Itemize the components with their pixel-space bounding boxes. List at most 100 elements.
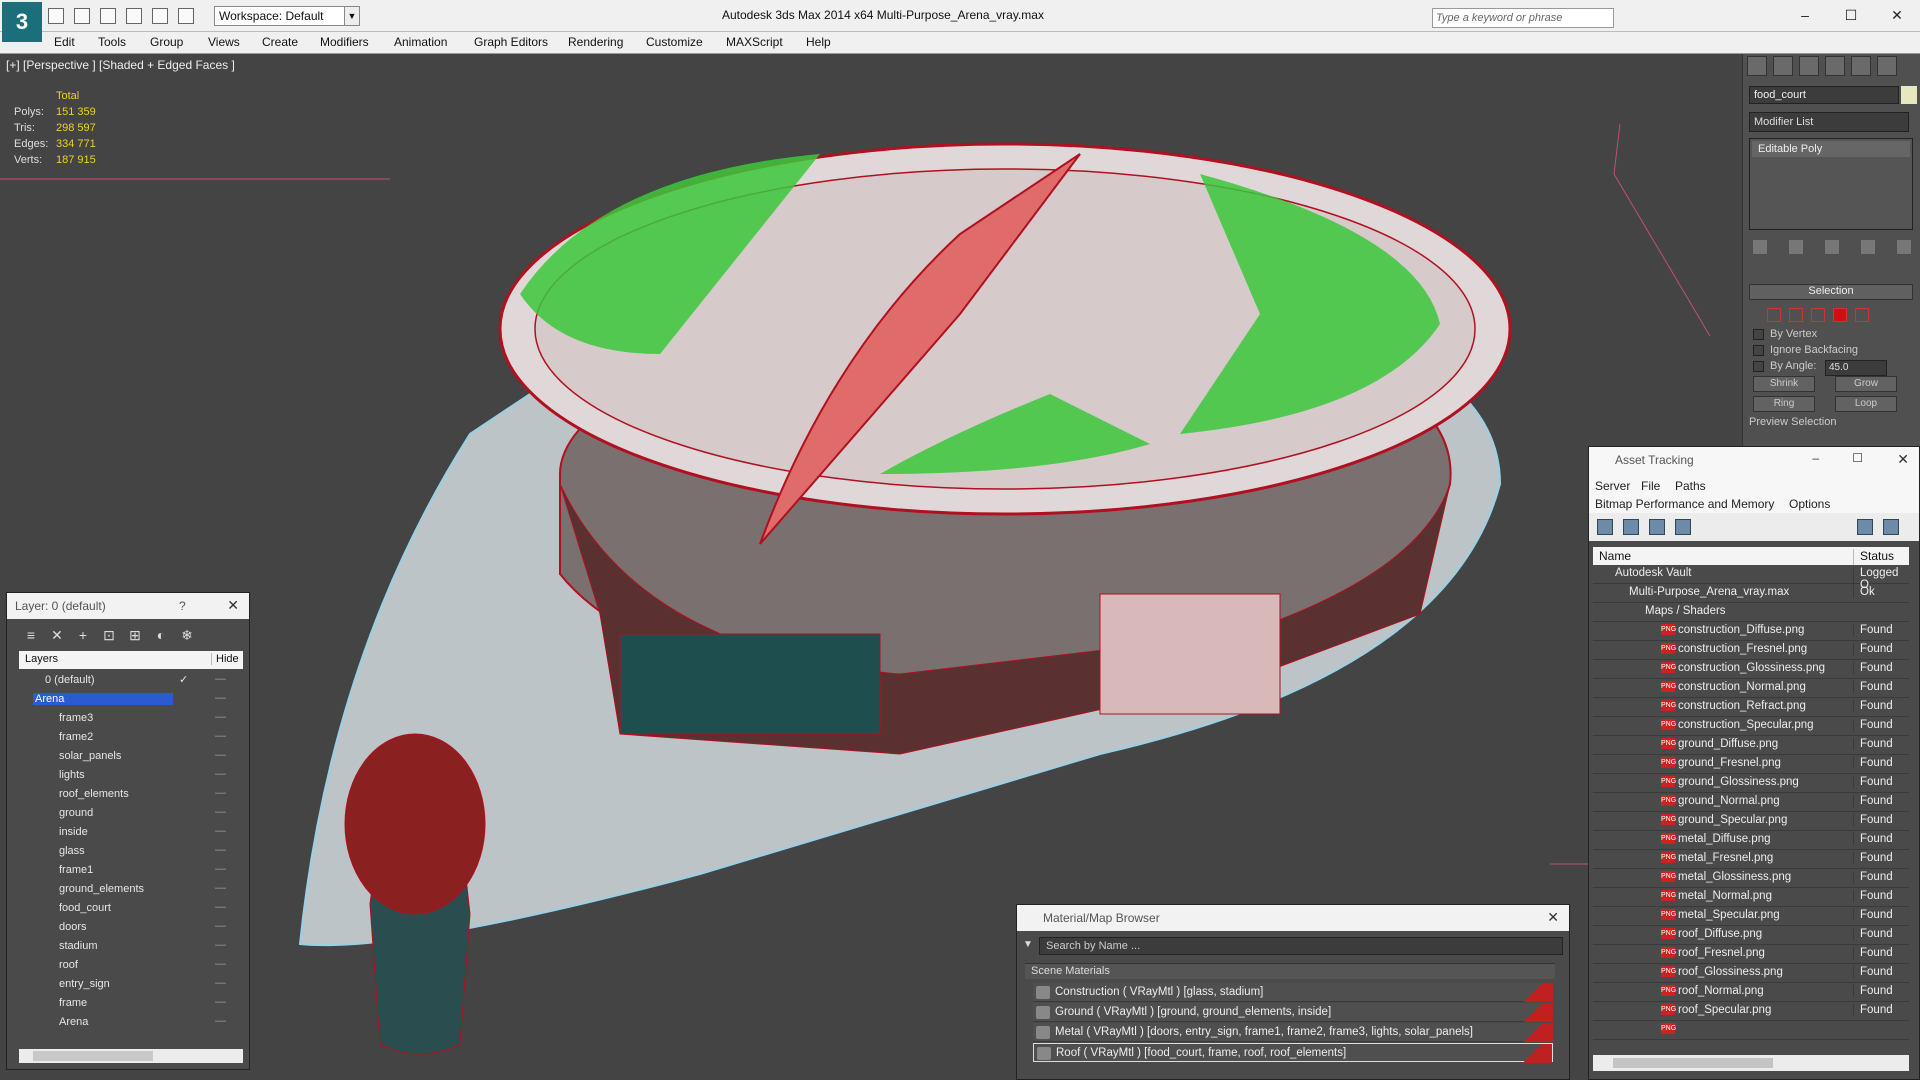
hide-toggle-icon[interactable]: —: [215, 958, 226, 970]
list-item[interactable]: PNG ground_Fresnel.png Found: [1593, 755, 1909, 774]
layer-row[interactable]: food_court —: [19, 899, 243, 918]
horizontal-scrollbar[interactable]: [19, 1049, 243, 1063]
ring-button[interactable]: Ring: [1753, 396, 1815, 412]
menu-customize[interactable]: Customize: [646, 35, 703, 49]
layer-row[interactable]: entry_sign —: [19, 975, 243, 994]
select-objects-icon[interactable]: ⊡: [101, 627, 117, 643]
chevron-down-icon[interactable]: ▼: [1023, 939, 1033, 950]
project-folder-icon[interactable]: [178, 8, 194, 24]
material-item[interactable]: Metal ( VRayMtl ) [doors, entry_sign, fr…: [1033, 1023, 1553, 1042]
list-item[interactable]: PNG construction_Glossiness.png Found: [1593, 660, 1909, 679]
list-item[interactable]: PNG roof_Specular.png Found: [1593, 1002, 1909, 1021]
maximize-icon[interactable]: ☐: [1828, 0, 1874, 30]
ignore-backfacing-checkbox[interactable]: Ignore Backfacing: [1753, 344, 1858, 356]
scrollbar-thumb[interactable]: [1613, 1058, 1773, 1068]
layer-row[interactable]: ground —: [19, 804, 243, 823]
vertex-icon[interactable]: [1767, 308, 1781, 322]
material-item[interactable]: Construction ( VRayMtl ) [glass, stadium…: [1033, 983, 1553, 1002]
panel-header[interactable]: Asset Tracking – ☐ ✕: [1589, 447, 1919, 477]
show-end-result-icon[interactable]: [1789, 240, 1803, 254]
hide-toggle-icon[interactable]: —: [215, 996, 226, 1008]
material-item[interactable]: Ground ( VRayMtl ) [ground, ground_eleme…: [1033, 1003, 1553, 1022]
list-item[interactable]: PNG roof_Glossiness.png Found: [1593, 964, 1909, 983]
angle-spinner[interactable]: 45.0: [1825, 360, 1887, 376]
list-item[interactable]: PNG: [1593, 1021, 1909, 1040]
border-icon[interactable]: [1811, 308, 1825, 322]
create-tab-icon[interactable]: [1747, 56, 1767, 76]
layer-row[interactable]: inside —: [19, 823, 243, 842]
list-item[interactable]: PNG metal_Diffuse.png Found: [1593, 831, 1909, 850]
menu-graph-editors[interactable]: Graph Editors: [474, 35, 548, 49]
hide-toggle-icon[interactable]: —: [215, 787, 226, 799]
list-item[interactable]: PNG ground_Diffuse.png Found: [1593, 736, 1909, 755]
layer-row[interactable]: stadium —: [19, 937, 243, 956]
layer-row[interactable]: roof_elements —: [19, 785, 243, 804]
settings-icon[interactable]: [1883, 519, 1899, 535]
remove-modifier-icon[interactable]: [1861, 240, 1875, 254]
list-item[interactable]: PNG metal_Normal.png Found: [1593, 888, 1909, 907]
list-item[interactable]: PNG roof_Fresnel.png Found: [1593, 945, 1909, 964]
list-item[interactable]: Maps / Shaders: [1593, 603, 1909, 622]
list-item[interactable]: PNG construction_Specular.png Found: [1593, 717, 1909, 736]
help-icon[interactable]: [1857, 519, 1873, 535]
menu-rendering[interactable]: Rendering: [568, 35, 623, 49]
col-layers[interactable]: Layers: [25, 653, 58, 665]
grid-view-icon[interactable]: [1675, 519, 1691, 535]
close-icon[interactable]: ✕: [1874, 0, 1920, 30]
menu-tools[interactable]: Tools: [98, 35, 126, 49]
list-item[interactable]: PNG ground_Specular.png Found: [1593, 812, 1909, 831]
configure-sets-icon[interactable]: [1897, 240, 1911, 254]
scrollbar-thumb[interactable]: [33, 1051, 153, 1061]
menu-modifiers[interactable]: Modifiers: [320, 35, 369, 49]
search-input[interactable]: Type a keyword or phrase: [1432, 8, 1614, 28]
selection-rollout-header[interactable]: Selection: [1749, 284, 1913, 300]
col-name[interactable]: Name: [1599, 549, 1631, 563]
add-icon[interactable]: +: [75, 627, 91, 643]
menu-options[interactable]: Options: [1789, 497, 1830, 511]
list-item[interactable]: PNG construction_Normal.png Found: [1593, 679, 1909, 698]
hide-toggle-icon[interactable]: —: [215, 901, 226, 913]
list-item[interactable]: PNG construction_Diffuse.png Found: [1593, 622, 1909, 641]
list-item[interactable]: PNG metal_Glossiness.png Found: [1593, 869, 1909, 888]
hide-toggle-icon[interactable]: —: [215, 920, 226, 932]
panel-header[interactable]: Layer: 0 (default) ? ✕: [7, 593, 249, 619]
hide-all-icon[interactable]: ◐: [153, 627, 169, 643]
panel-header[interactable]: Material/Map Browser ✕: [1017, 905, 1569, 931]
menu-animation[interactable]: Animation: [394, 35, 447, 49]
highlight-icon[interactable]: ⊞: [127, 627, 143, 643]
material-item[interactable]: Roof ( VRayMtl ) [food_court, frame, roo…: [1033, 1043, 1553, 1063]
layer-icon[interactable]: ≡: [23, 627, 39, 643]
menu-help[interactable]: Help: [806, 35, 831, 49]
motion-tab-icon[interactable]: [1825, 56, 1845, 76]
hide-toggle-icon[interactable]: —: [215, 730, 226, 742]
hide-toggle-icon[interactable]: —: [215, 977, 226, 989]
new-file-icon[interactable]: [48, 8, 64, 24]
loop-button[interactable]: Loop: [1835, 396, 1897, 412]
layer-row[interactable]: roof —: [19, 956, 243, 975]
menu-edit[interactable]: Edit: [54, 35, 75, 49]
hide-toggle-icon[interactable]: —: [215, 768, 226, 780]
scene-materials-section[interactable]: Scene Materials: [1025, 963, 1555, 979]
layer-row[interactable]: glass —: [19, 842, 243, 861]
by-angle-checkbox[interactable]: By Angle:: [1753, 360, 1816, 372]
undo-icon[interactable]: [126, 8, 142, 24]
table-view-icon[interactable]: [1649, 519, 1665, 535]
close-icon[interactable]: ✕: [227, 597, 239, 614]
minimize-icon[interactable]: –: [1782, 0, 1828, 30]
object-name-field[interactable]: food_court: [1749, 86, 1899, 104]
menu-maxscript[interactable]: MAXScript: [726, 35, 783, 49]
hide-toggle-icon[interactable]: —: [215, 939, 226, 951]
object-color-swatch[interactable]: [1901, 86, 1917, 104]
col-hide[interactable]: Hide: [211, 653, 239, 665]
modify-tab-icon[interactable]: [1773, 56, 1793, 76]
layer-row[interactable]: frame2 —: [19, 728, 243, 747]
hide-toggle-icon[interactable]: —: [215, 673, 226, 685]
layer-row[interactable]: ground_elements —: [19, 880, 243, 899]
hide-toggle-icon[interactable]: —: [215, 711, 226, 723]
hierarchy-tab-icon[interactable]: [1799, 56, 1819, 76]
layer-row[interactable]: frame1 —: [19, 861, 243, 880]
hide-toggle-icon[interactable]: —: [215, 844, 226, 856]
by-vertex-checkbox[interactable]: By Vertex: [1753, 328, 1817, 340]
list-item[interactable]: PNG ground_Glossiness.png Found: [1593, 774, 1909, 793]
modifier-stack[interactable]: Editable Poly: [1749, 138, 1913, 230]
